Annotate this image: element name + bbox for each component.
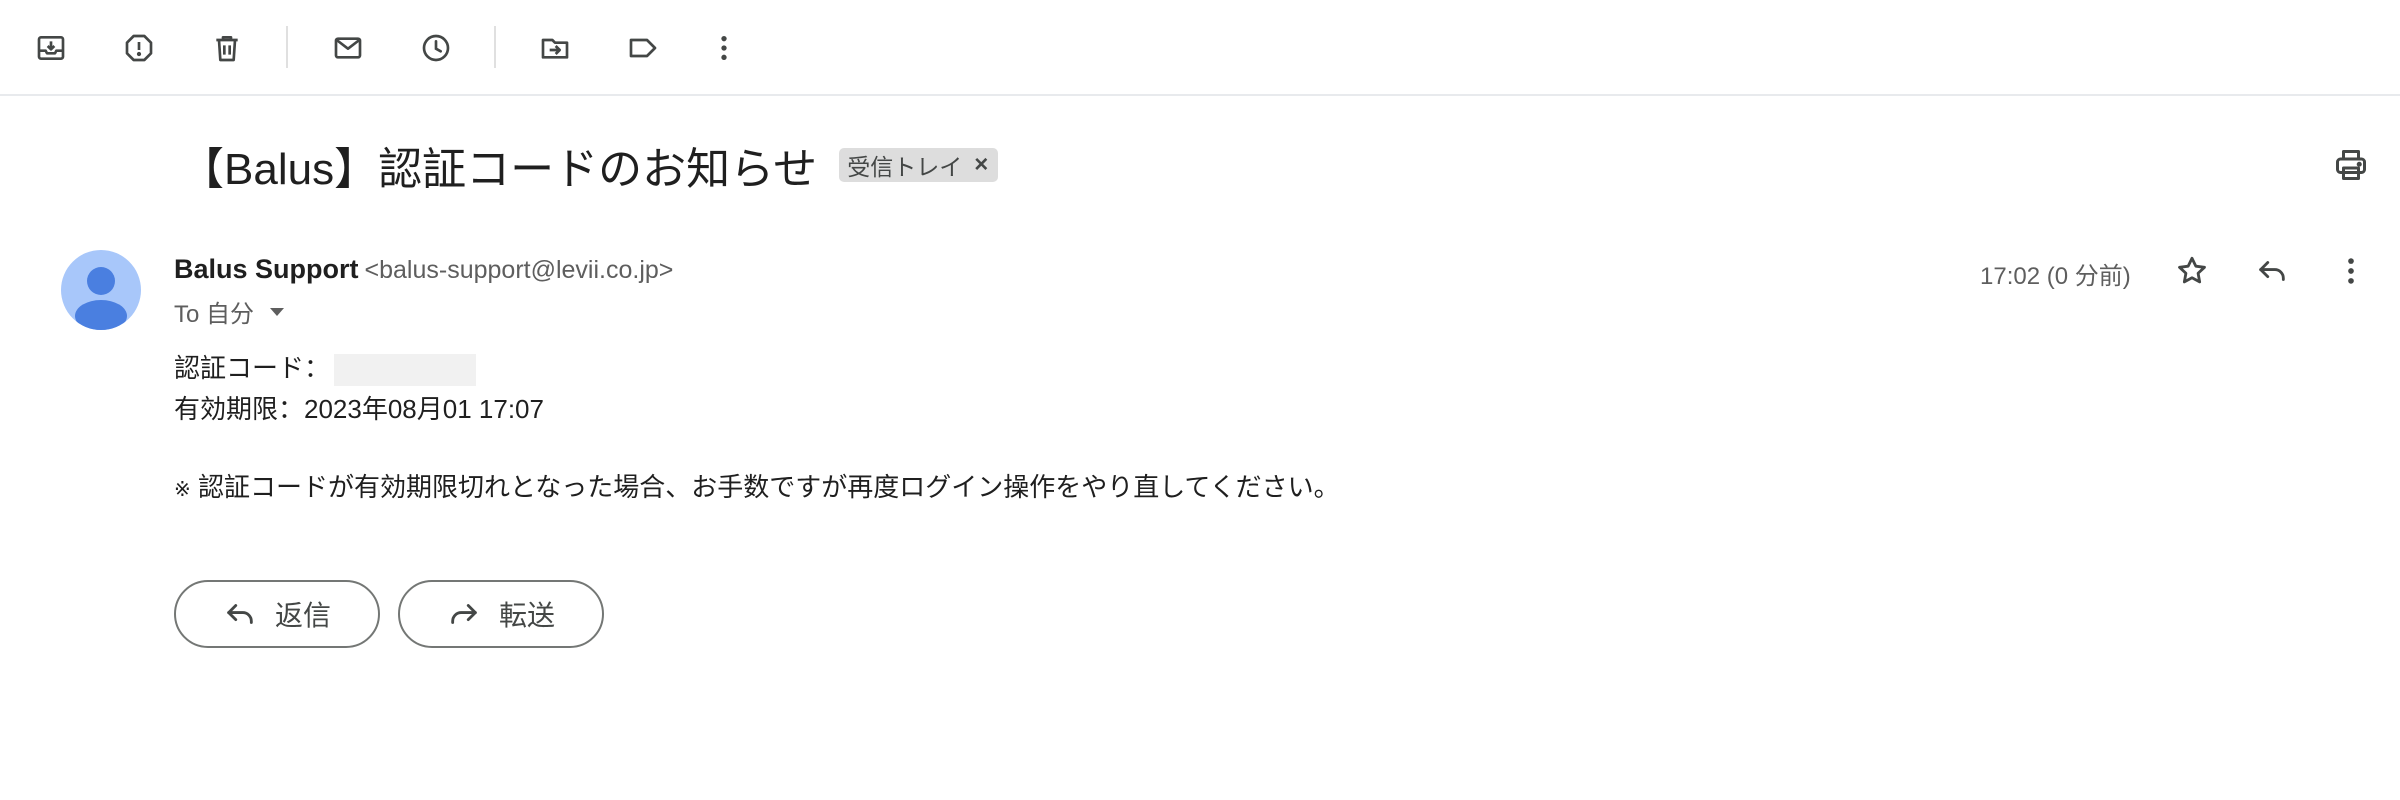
toolbar-divider bbox=[494, 26, 496, 68]
star-icon bbox=[2178, 256, 2206, 284]
note-text: 認証コードが有効期限切れとなった場合、お手数ですが再度ログイン操作をやり直してく… bbox=[190, 472, 1340, 502]
recipient-label: To 自分 bbox=[174, 301, 255, 328]
reply-icon-button[interactable] bbox=[2247, 246, 2297, 296]
email-subject: 【Balus】認証コードのお知らせ bbox=[180, 145, 818, 194]
snooze-icon bbox=[422, 34, 450, 62]
message-timestamp: 17:02 (0 分前) bbox=[1980, 263, 2131, 290]
code-label: 認証コード： bbox=[174, 353, 331, 383]
report-spam-icon bbox=[125, 34, 153, 62]
more-actions-button[interactable] bbox=[699, 23, 749, 73]
toolbar-divider bbox=[286, 26, 288, 68]
recipient-details-toggle[interactable]: To 自分 bbox=[174, 294, 285, 329]
message-more-button[interactable] bbox=[2326, 246, 2376, 296]
print-icon bbox=[2336, 150, 2366, 180]
move-to-icon bbox=[541, 38, 569, 59]
verification-code-value bbox=[334, 354, 477, 387]
report-spam-button[interactable] bbox=[114, 23, 164, 73]
label-button[interactable] bbox=[618, 23, 668, 73]
move-to-button[interactable] bbox=[530, 23, 580, 73]
archive-button[interactable] bbox=[26, 23, 76, 73]
sender-line: Balus Support <balus-support@levii.co.jp> bbox=[174, 254, 673, 285]
mark-unread-icon bbox=[334, 37, 362, 59]
chevron-down-icon bbox=[270, 307, 285, 316]
more-vert-icon bbox=[721, 36, 727, 60]
sender-name[interactable]: Balus Support bbox=[174, 254, 359, 284]
inbox-label-chip[interactable]: 受信トレイ × bbox=[839, 148, 999, 182]
reply-icon bbox=[227, 604, 253, 624]
forward-button[interactable]: 転送 bbox=[398, 580, 604, 648]
delete-button[interactable] bbox=[202, 23, 252, 73]
person-icon bbox=[75, 267, 127, 330]
code-line: 認証コード： bbox=[174, 348, 477, 387]
sender-email: <balus-support@levii.co.jp> bbox=[364, 256, 674, 284]
avatar[interactable] bbox=[61, 250, 141, 330]
print-button[interactable] bbox=[2326, 140, 2376, 190]
note-mark: ※ bbox=[174, 479, 191, 501]
message-toolbar bbox=[0, 0, 2400, 96]
reply-button[interactable]: 返信 bbox=[174, 580, 380, 648]
expiry-line: 有効期限：2023年08月01 17:07 bbox=[174, 394, 544, 424]
reply-icon bbox=[2259, 261, 2285, 281]
label-chip-text: 受信トレイ bbox=[847, 154, 963, 180]
star-button[interactable] bbox=[2167, 246, 2217, 296]
forward-label: 転送 bbox=[498, 600, 555, 631]
snooze-button[interactable] bbox=[411, 23, 461, 73]
mark-unread-button[interactable] bbox=[323, 23, 373, 73]
label-icon bbox=[629, 38, 657, 58]
expiry-note: ※ 認証コードが有効期限切れとなった場合、お手数ですが再度ログイン操作をやり直し… bbox=[174, 467, 1340, 504]
remove-label-icon[interactable]: × bbox=[974, 151, 988, 179]
subject-row: 【Balus】認証コードのお知らせ 受信トレイ × bbox=[180, 130, 999, 200]
delete-icon bbox=[216, 36, 238, 62]
reply-label: 返信 bbox=[274, 600, 331, 631]
more-vert-icon bbox=[2348, 258, 2354, 284]
archive-icon bbox=[37, 36, 65, 60]
forward-icon bbox=[451, 604, 477, 624]
